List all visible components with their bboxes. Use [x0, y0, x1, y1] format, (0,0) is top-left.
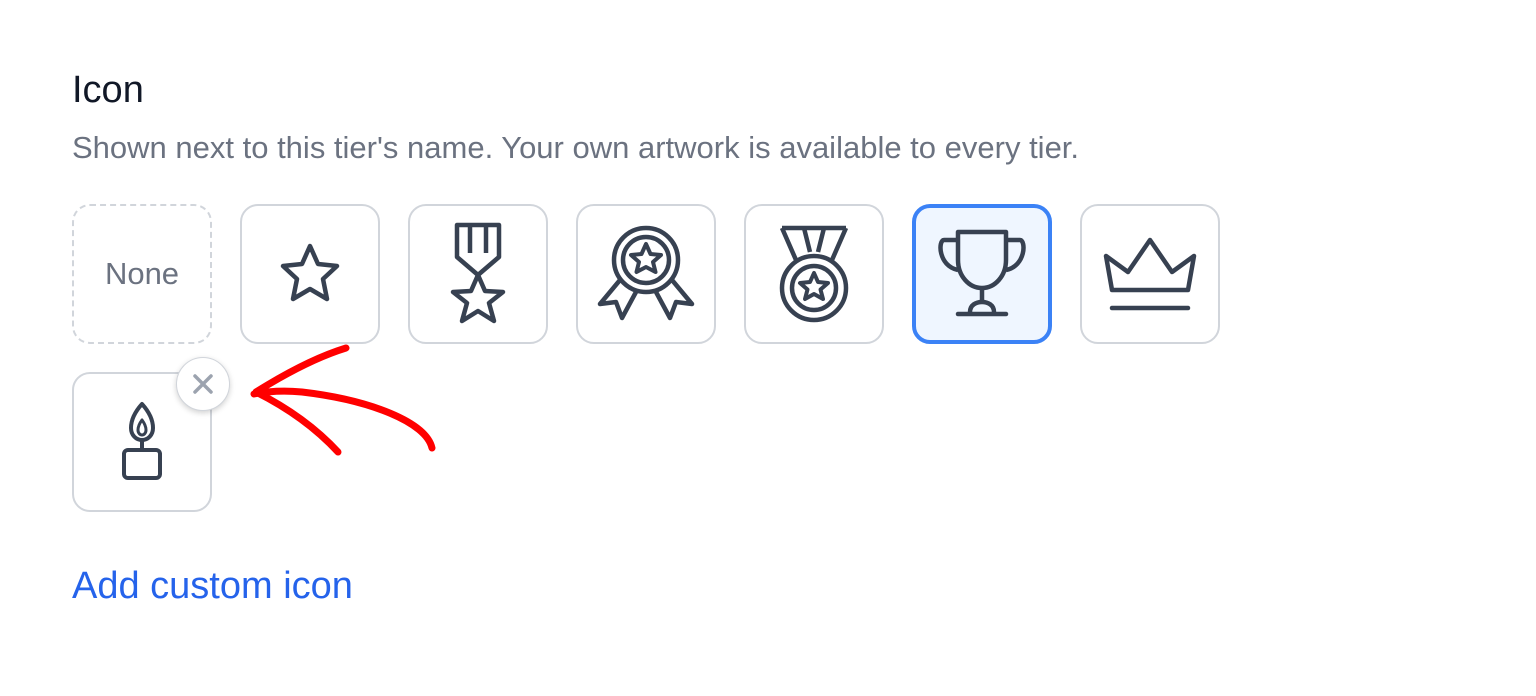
award-rosette-icon: [597, 225, 695, 321]
icon-option-crown[interactable]: [1080, 204, 1220, 344]
icon-option-none[interactable]: None: [72, 204, 212, 344]
section-subtitle: Shown next to this tier's name. Your own…: [72, 130, 1080, 165]
medal-ribbon-icon: [450, 222, 506, 324]
icon-option-none-label: None: [104, 256, 180, 291]
annotation-arrow: [250, 344, 436, 456]
icon-option-rosette[interactable]: [576, 204, 716, 344]
medal-icon: [779, 225, 849, 323]
icon-section: Icon Shown next to this tier's name. You…: [72, 66, 1452, 512]
icon-option-medal[interactable]: [744, 204, 884, 344]
trophy-icon: [938, 229, 1026, 317]
icon-option-trophy[interactable]: [912, 204, 1052, 344]
section-title: Icon: [72, 69, 144, 111]
close-icon: [193, 374, 213, 394]
crown-icon: [1103, 237, 1197, 311]
star-icon: [280, 243, 340, 302]
icon-option-star[interactable]: [240, 204, 380, 344]
icon-option-medal-ribbon[interactable]: [408, 204, 548, 344]
candle-icon: [122, 402, 162, 480]
add-custom-icon-link[interactable]: Add custom icon: [72, 562, 353, 610]
remove-custom-icon-button[interactable]: [176, 357, 230, 411]
